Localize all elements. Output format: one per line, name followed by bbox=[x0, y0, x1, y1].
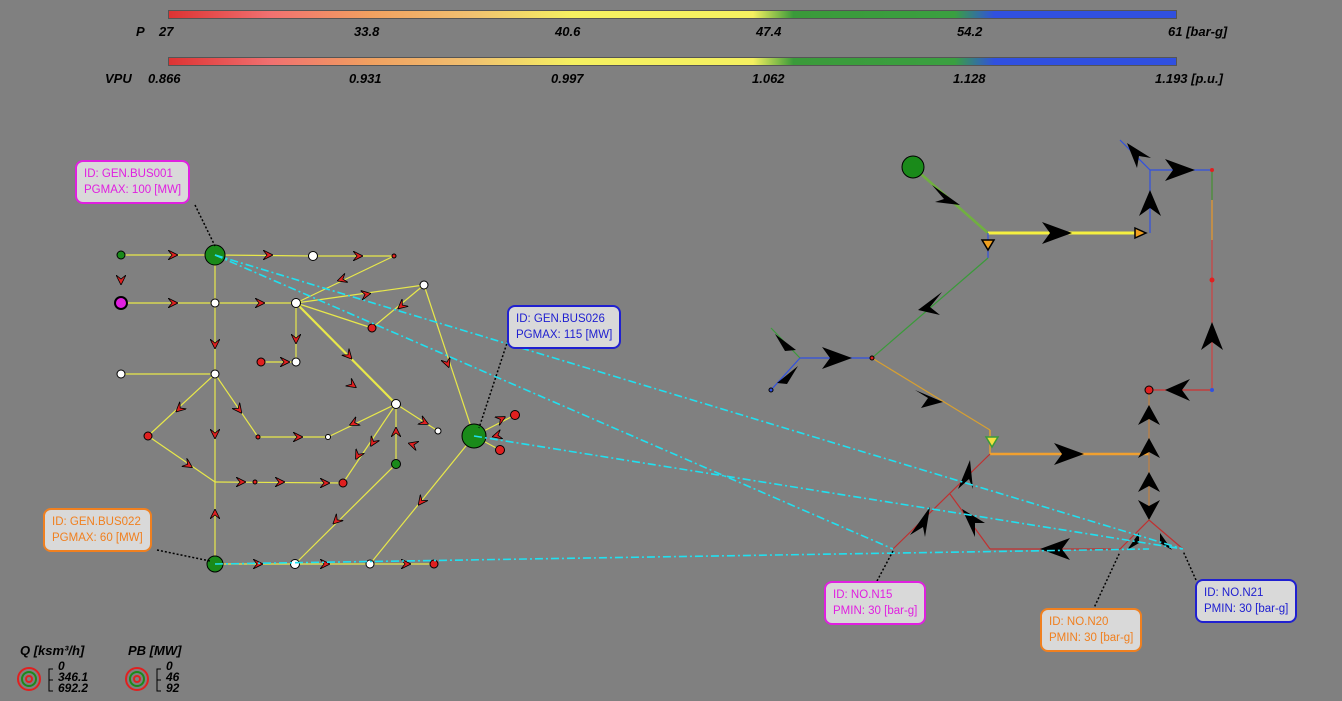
callout-param: PGMAX: 115 [MW] bbox=[516, 329, 613, 341]
callout-no-n20[interactable]: ID: NO.N20 PMIN: 30 [bar-g] bbox=[1040, 608, 1143, 652]
callout-id: ID: NO.N20 bbox=[1049, 616, 1109, 628]
callout-param: PGMAX: 60 [MW] bbox=[52, 532, 143, 544]
callout-param: PMIN: 30 [bar-g] bbox=[1049, 632, 1134, 644]
callout-param: PMIN: 30 [bar-g] bbox=[1204, 603, 1289, 615]
coupling-lines bbox=[214, 254, 1184, 565]
callout-id: ID: GEN.BUS026 bbox=[516, 313, 605, 325]
power-flow-arrows bbox=[121, 255, 510, 564]
callout-id: ID: GEN.BUS001 bbox=[84, 168, 173, 180]
callout-param: PMIN: 30 [bar-g] bbox=[833, 605, 918, 617]
callout-id: ID: GEN.BUS022 bbox=[52, 516, 141, 528]
gas-legend-value: 692.2 bbox=[58, 681, 89, 695]
gas-flow-legend-title: Q [ksm³/h] bbox=[20, 643, 85, 658]
callout-no-n15[interactable]: ID: NO.N15 PMIN: 30 [bar-g] bbox=[824, 581, 927, 625]
power-legend-value: 92 bbox=[166, 681, 180, 695]
callout-gen-bus001[interactable]: ID: GEN.BUS001 PGMAX: 100 [MW] bbox=[75, 160, 191, 204]
callout-param: PGMAX: 100 [MW] bbox=[84, 184, 182, 196]
power-buses bbox=[114, 244, 520, 573]
power-lines bbox=[121, 254, 516, 565]
callout-id: ID: NO.N15 bbox=[833, 589, 893, 601]
callout-gen-bus022[interactable]: ID: GEN.BUS022 PGMAX: 60 [MW] bbox=[43, 508, 152, 552]
callout-gen-bus026[interactable]: ID: GEN.BUS026 PGMAX: 115 [MW] bbox=[507, 305, 622, 349]
network-diagram bbox=[17, 139, 1223, 692]
gas-flow-arrows bbox=[775, 143, 1223, 560]
callout-no-n21[interactable]: ID: NO.N21 PMIN: 30 [bar-g] bbox=[1195, 579, 1298, 623]
callout-id: ID: NO.N21 bbox=[1204, 587, 1264, 599]
power-legend-title: PB [MW] bbox=[128, 643, 182, 658]
